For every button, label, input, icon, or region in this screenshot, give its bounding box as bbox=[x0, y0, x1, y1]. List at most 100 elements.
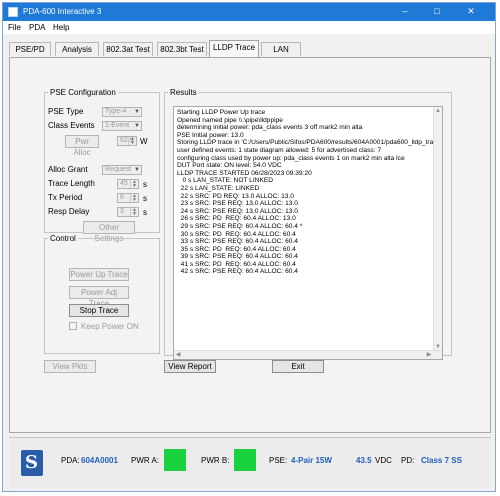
menu-bar: File PDA Help bbox=[3, 21, 495, 34]
results-log-line: 42 s SRC: PSE REQ: 60.4 ALLOC: 60.4 bbox=[177, 268, 298, 276]
tab-802-3bt-test[interactable]: 802.3bt Test bbox=[157, 42, 207, 56]
pse-type-select[interactable]: Type-4 ▼ bbox=[102, 107, 142, 117]
tab-802-3at-test[interactable]: 802.3at Test bbox=[103, 42, 153, 56]
spin-arrows-icon: ▲ ▼ bbox=[128, 137, 136, 146]
results-log-line: determining initial power: pda_class eve… bbox=[177, 124, 363, 132]
title-bar[interactable]: PDA-600 Interactive 3 – □ ✕ bbox=[3, 3, 495, 21]
scroll-up-icon[interactable]: ▲ bbox=[434, 107, 442, 115]
class-events-select[interactable]: 1-Event ▼ bbox=[102, 121, 142, 131]
control-legend: Control bbox=[50, 234, 76, 243]
results-log-line: PSE Initial power: 13.0 bbox=[177, 131, 244, 139]
alloc-grant-label: Alloc Grant bbox=[48, 165, 88, 174]
pd-status-label: PD: bbox=[401, 456, 415, 465]
chevron-down-icon: ▼ bbox=[134, 123, 140, 129]
voltage-value: 43.5 bbox=[356, 456, 372, 465]
results-log-line: Starting LLDP Power Up trace bbox=[177, 109, 266, 116]
close-button[interactable]: ✕ bbox=[461, 5, 481, 18]
class-events-value: 1-Event bbox=[105, 122, 130, 129]
spin-arrows-icon: ▲ ▼ bbox=[130, 194, 138, 203]
tx-period-stepper[interactable]: 8 ▲ ▼ bbox=[117, 193, 139, 203]
chevron-down-icon: ▼ bbox=[134, 167, 140, 173]
menu-file[interactable]: File bbox=[8, 23, 21, 32]
stop-trace-button[interactable]: Stop Trace bbox=[69, 304, 129, 317]
results-log-line: DUT Port state: ON level: 54.0 VDC bbox=[177, 162, 282, 170]
tab-strip: PSE/PD Analysis 802.3at Test 802.3bt Tes… bbox=[9, 40, 489, 58]
results-log-line: 41 s SRC: PD REQ: 60.4 ALLOC: 60.4 bbox=[177, 260, 296, 268]
voltage-unit: VDC bbox=[375, 456, 392, 465]
scroll-right-icon[interactable]: ▶ bbox=[425, 351, 433, 359]
results-log[interactable]: Starting LLDP Power Up trace Opened named… bbox=[173, 106, 443, 360]
results-log-line: 33 s SRC: PSE REQ: 60.4 ALLOC: 60.4 bbox=[177, 238, 298, 246]
pwr-b-indicator bbox=[234, 449, 256, 471]
pse-type-value: Type-4 bbox=[105, 108, 127, 115]
exit-button[interactable]: Exit bbox=[272, 360, 324, 373]
results-log-line: 39 s SRC: PSE REQ: 60.4 ALLOC: 60.4 bbox=[177, 253, 298, 261]
pda-value: 604A0001 bbox=[81, 456, 118, 465]
results-log-line: 22 s SRC: PD REQ: 13.0 ALLOC: 13.0 bbox=[177, 192, 294, 200]
app-icon bbox=[8, 7, 18, 17]
keep-power-on-checkbox[interactable] bbox=[69, 322, 77, 330]
chevron-down-icon: ▼ bbox=[134, 109, 140, 115]
app-window: PDA-600 Interactive 3 – □ ✕ File PDA Hel… bbox=[2, 2, 496, 492]
view-report-button[interactable]: View Report bbox=[164, 360, 216, 373]
menu-pda[interactable]: PDA bbox=[29, 23, 45, 32]
pse-configuration-legend: PSE Configuration bbox=[50, 88, 116, 97]
results-legend: Results bbox=[170, 88, 197, 97]
pwr-alloc-button[interactable]: Pwr Alloc bbox=[65, 135, 99, 157]
tab-lldp-trace[interactable]: LLDP Trace bbox=[209, 40, 259, 57]
spin-arrows-icon: ▲ ▼ bbox=[130, 180, 138, 189]
results-log-line: 22 s LAN_STATE: LINKED bbox=[177, 184, 260, 192]
resp-delay-unit: s bbox=[143, 208, 147, 217]
tab-pse-pd[interactable]: PSE/PD bbox=[9, 42, 51, 56]
tx-period-unit: s bbox=[143, 194, 147, 203]
alloc-grant-select[interactable]: Request ▼ bbox=[102, 165, 142, 175]
other-settings-button[interactable]: Other Settings bbox=[83, 221, 135, 243]
pse-status-value: 4-Pair 15W bbox=[291, 456, 332, 465]
results-log-line: 24 s SRC: PSE REQ: 13.0 ALLOC: 13.0 bbox=[177, 207, 298, 215]
vertical-scrollbar[interactable]: ▲ ▼ bbox=[433, 107, 442, 351]
results-group: Results Starting LLDP Power Up trace Open… bbox=[164, 88, 452, 360]
alloc-grant-value: Request bbox=[105, 166, 132, 173]
minimize-button[interactable]: – bbox=[395, 5, 415, 18]
view-pkts-button[interactable]: View Pkts bbox=[44, 360, 96, 373]
sifos-logo-icon: S bbox=[21, 450, 43, 476]
results-log-line: 35 s SRC: PD REQ: 60.4 ALLOC: 60.4 bbox=[177, 245, 296, 253]
pd-status-value: Class 7 SS bbox=[421, 456, 462, 465]
results-log-line: 23 s SRC: PSE REQ: 13.0 ALLOC: 13.0 bbox=[177, 200, 298, 208]
pwr-b-label: PWR B: bbox=[201, 456, 230, 465]
tab-lan[interactable]: LAN bbox=[261, 42, 301, 56]
class-events-label: Class Events bbox=[48, 121, 95, 130]
results-log-line: configuring class used by power up: pda_… bbox=[177, 154, 405, 162]
pda-label: PDA: bbox=[61, 456, 80, 465]
trace-length-stepper[interactable]: 45 ▲ ▼ bbox=[117, 179, 139, 189]
tab-analysis[interactable]: Analysis bbox=[55, 42, 99, 56]
resp-delay-value: 3 bbox=[120, 208, 124, 215]
pse-configuration-group: PSE Configuration PSE Type Type-4 ▼ Clas… bbox=[44, 88, 160, 243]
scroll-left-icon[interactable]: ◀ bbox=[174, 351, 182, 359]
pwr-a-indicator bbox=[164, 449, 186, 471]
keep-power-on-label: Keep Power ON bbox=[81, 322, 139, 331]
power-up-trace-button[interactable]: Power Up Trace bbox=[69, 268, 129, 281]
lldp-trace-page: PSE Configuration PSE Type Type-4 ▼ Clas… bbox=[9, 57, 491, 433]
results-log-line: user defined events: 1 state diagram all… bbox=[177, 146, 382, 154]
tx-period-label: Tx Period bbox=[48, 193, 83, 202]
resp-delay-stepper[interactable]: 3 ▲ ▼ bbox=[117, 207, 139, 217]
window-title: PDA-600 Interactive 3 bbox=[23, 7, 102, 16]
results-log-text: Starting LLDP Power Up trace Opened named… bbox=[177, 109, 434, 349]
menu-help[interactable]: Help bbox=[53, 23, 69, 32]
pse-status-label: PSE: bbox=[269, 456, 288, 465]
tx-period-value: 8 bbox=[120, 194, 124, 201]
pwr-a-label: PWR A: bbox=[131, 456, 160, 465]
power-adj-trace-button[interactable]: Power Adj Trace bbox=[69, 286, 129, 308]
trace-length-value: 45 bbox=[120, 180, 128, 187]
horizontal-scrollbar[interactable]: ◀ ▶ bbox=[174, 350, 442, 359]
trace-length-label: Trace Length bbox=[48, 179, 95, 188]
results-log-line: 26 s SRC: PD REQ: 60.4 ALLOC: 13.0 bbox=[177, 215, 296, 223]
results-log-line: 0 s LAN_STATE: NOT LINKED bbox=[177, 177, 274, 185]
spin-arrows-icon: ▲ ▼ bbox=[130, 208, 138, 217]
control-group: Control Power Up Trace Power Adj Trace S… bbox=[44, 234, 160, 354]
status-bar: S PDA: 604A0001 PWR A: PWR B: PSE: 4-Pai… bbox=[9, 437, 491, 488]
maximize-button[interactable]: □ bbox=[427, 5, 447, 18]
pwr-alloc-stepper[interactable]: 62.0 ▲ ▼ bbox=[117, 136, 137, 146]
results-log-line: Opened named pipe \\.\pipe\lldppipe bbox=[177, 116, 283, 124]
